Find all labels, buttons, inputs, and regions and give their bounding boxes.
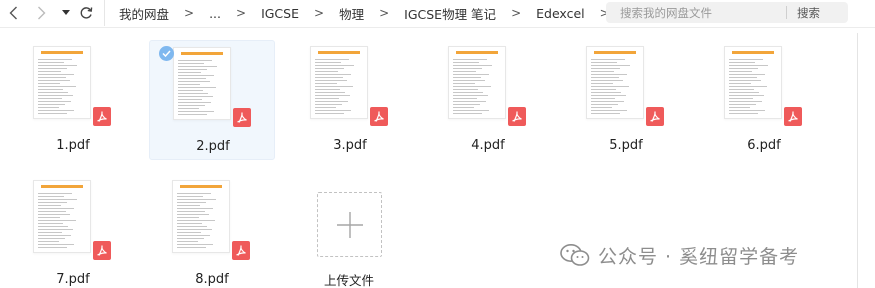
scrollbar-track[interactable]	[857, 33, 858, 288]
file-thumbnail	[586, 46, 644, 119]
breadcrumb-item[interactable]: 物理	[339, 4, 364, 23]
file-item[interactable]: 4.pdf	[425, 40, 551, 160]
refresh-icon[interactable]	[78, 3, 94, 23]
search-input[interactable]	[606, 5, 786, 20]
file-item[interactable]: 7.pdf	[10, 174, 136, 288]
pdf-icon	[93, 241, 111, 260]
file-thumbnail	[33, 46, 91, 119]
watermark-text: 公众号 · 奚纽留学备考	[598, 245, 800, 268]
file-item[interactable]: 5.pdf	[563, 40, 689, 160]
file-name: 1.pdf	[56, 138, 90, 153]
file-item[interactable]: 8.pdf	[149, 174, 275, 288]
search-box: 搜索	[606, 2, 848, 23]
file-name: 4.pdf	[471, 138, 505, 153]
plus-icon	[336, 211, 363, 238]
file-item[interactable]: 2.pdf	[149, 40, 275, 160]
file-name: 8.pdf	[195, 272, 229, 287]
file-thumbnail	[173, 47, 231, 120]
file-item[interactable]: 6.pdf	[701, 40, 827, 160]
file-item[interactable]: 3.pdf	[287, 40, 413, 160]
breadcrumb: 我的网盘 >... > IGCSE > 物理 > IGCSE物理 笔记 > Edexcel >	[104, 0, 625, 26]
file-name: 6.pdf	[747, 138, 781, 153]
file-thumbnail	[172, 180, 230, 253]
breadcrumb-separator: >	[379, 6, 390, 20]
pdf-icon	[370, 107, 388, 126]
upload-file-button[interactable]	[317, 192, 382, 257]
pdf-icon	[784, 107, 802, 126]
watermark: 公众号 · 奚纽留学备考	[560, 240, 799, 270]
breadcrumb-item[interactable]: ...	[209, 6, 221, 21]
check-icon[interactable]	[159, 46, 174, 61]
breadcrumb-separator: >	[511, 6, 522, 20]
file-thumbnail	[33, 180, 91, 253]
pdf-icon	[646, 107, 664, 126]
toolbar: 我的网盘 >... > IGCSE > 物理 > IGCSE物理 笔记 > Edexcel > 搜索	[0, 0, 875, 28]
file-name: 2.pdf	[196, 139, 230, 154]
breadcrumb-item[interactable]: IGCSE物理 笔记	[404, 4, 496, 23]
pdf-icon	[93, 107, 111, 126]
file-thumbnail	[448, 46, 506, 119]
file-name: 7.pdf	[56, 272, 90, 287]
file-name: 5.pdf	[609, 138, 643, 153]
breadcrumb-item[interactable]: 我的网盘	[119, 4, 169, 23]
back-arrow-icon[interactable]	[6, 3, 20, 23]
breadcrumb-separator: >	[236, 6, 247, 20]
breadcrumb-separator: >	[314, 6, 325, 20]
file-name: 3.pdf	[333, 138, 367, 153]
pdf-icon	[508, 107, 526, 126]
breadcrumb-separator: >	[184, 6, 195, 20]
file-thumbnail	[310, 46, 368, 119]
upload-file-label: 上传文件	[323, 273, 374, 288]
dropdown-caret-icon[interactable]	[60, 3, 72, 23]
pdf-icon	[232, 241, 250, 260]
pdf-icon	[233, 108, 251, 127]
breadcrumb-item[interactable]: Edexcel	[536, 6, 585, 21]
search-button[interactable]: 搜索	[787, 5, 820, 21]
breadcrumb-item[interactable]: IGCSE	[261, 6, 299, 21]
forward-arrow-icon[interactable]	[34, 3, 48, 23]
wechat-icon	[560, 244, 590, 266]
file-thumbnail	[724, 46, 782, 119]
file-item[interactable]: 1.pdf	[10, 40, 136, 160]
